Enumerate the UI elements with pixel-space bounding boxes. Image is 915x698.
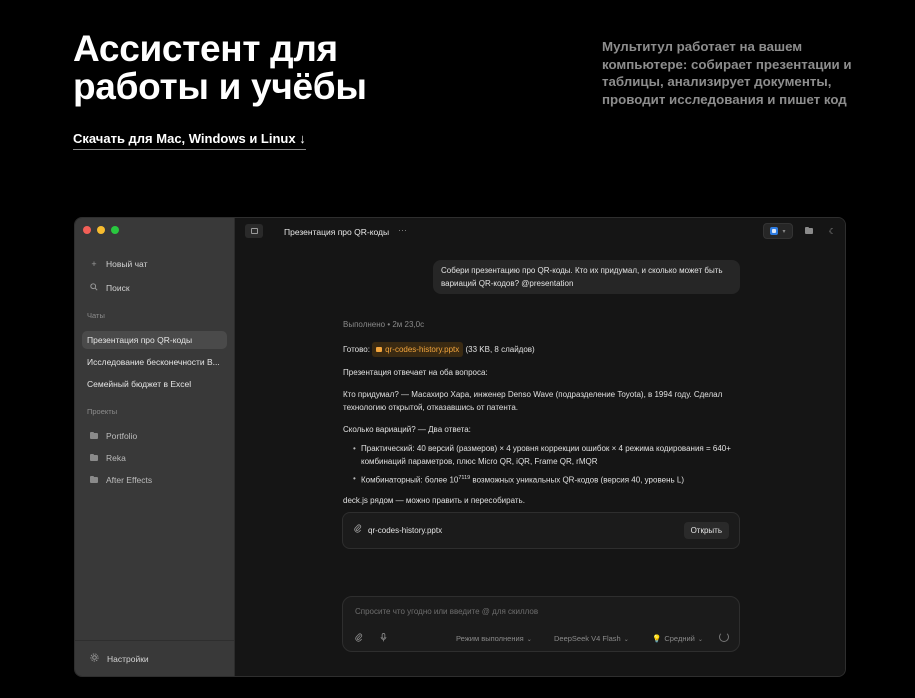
chevron-down-icon: ⌄ [623,637,629,643]
search-icon [90,283,98,293]
project-label: After Effects [106,475,153,485]
folder-button[interactable] [805,226,813,236]
sidebar: + Новый чат Поиск Чаты Презентация про Q… [75,218,235,676]
model-select[interactable]: DeepSeek V4 Flash ⌄ [554,634,629,643]
bulb-icon: 💡 [652,634,662,643]
chats-section-label: Чаты [87,311,105,320]
folder-icon [805,226,813,234]
sidebar-toggle-button[interactable] [245,224,263,238]
plus-icon: + [91,259,97,269]
chevron-down-icon: ⌄ [697,637,703,643]
message-input[interactable]: Спросите что угодно или введите @ для ск… [355,607,538,616]
finder-icon [770,227,779,235]
ready-suffix: (33 KB, 8 слайдов) [465,345,535,354]
project-item[interactable]: Reka [90,453,126,463]
project-label: Reka [106,453,126,463]
ready-prefix: Готово: [343,345,370,354]
chevron-down-icon: ⌄ [526,637,532,643]
main-panel: Презентация про QR-коды ··· ▾ ☾ Собери п… [236,218,845,676]
paperclip-icon [354,524,362,535]
chat-item[interactable]: Презентация про QR-коды [82,331,227,349]
mode-label: Режим выполнения [456,634,524,643]
sidebar-icon [250,228,258,234]
settings-button[interactable]: Настройки [90,653,149,664]
run-meta: Выполнено • 2м 23,0с [343,320,425,329]
topbar: Презентация про QR-коды ··· ▾ ☾ [236,218,845,245]
bullet2-pre: Комбинаторный: более 10 [361,475,459,485]
folder-icon [90,475,98,483]
chat-item[interactable]: Семейный бюджет в Excel [82,375,227,393]
bullet2-post: возможных уникальных QR-кодов (версия 40… [470,475,684,485]
user-message: Собери презентацию про QR-коды. Кто их п… [433,260,740,294]
new-chat-button[interactable]: + Новый чат [90,259,147,269]
hero-title: Ассистент для работы и учёбы [73,28,367,107]
open-file-button[interactable]: Открыть [683,522,729,539]
projects-section-label: Проекты [87,407,118,416]
settings-label: Настройки [107,653,149,664]
effort-select[interactable]: 💡 Средний ⌄ [652,634,703,643]
file-chip[interactable]: qr-codes-history.pptx [372,342,464,357]
app-window: + Новый чат Поиск Чаты Презентация про Q… [74,217,846,677]
microphone-icon[interactable] [380,633,387,644]
search-label: Поиск [106,283,130,293]
loading-icon [719,632,729,642]
effort-label: Средний [664,634,695,643]
maximize-window-button[interactable] [111,226,119,234]
chevron-down-icon: ▾ [782,228,786,235]
folder-icon [90,453,98,461]
download-link[interactable]: Скачать для Mac, Windows и Linux ↓ [73,131,306,150]
composer: Спросите что угодно или введите @ для ск… [342,596,740,652]
list-item: Комбинаторный: более 107119 возможных ун… [353,472,743,487]
mode-select[interactable]: Режим выполнения ⌄ [456,634,532,643]
close-window-button[interactable] [83,226,91,234]
project-item[interactable]: After Effects [90,475,152,485]
file-chip-label: qr-codes-history.pptx [385,345,460,354]
window-controls [83,226,119,234]
answer-intro: Презентация отвечает на оба вопроса: [343,368,488,377]
answer-list: Практический: 40 версий (размеров) × 4 у… [353,442,743,487]
chat-item[interactable]: Исследование бесконечности В... [82,353,227,371]
hero-description: Мультитул работает на вашем компьютере: … [602,39,852,107]
model-label: DeepSeek V4 Flash [554,634,621,643]
assistant-answer: Выполнено • 2м 23,0с Готово: qr-codes-hi… [343,320,743,516]
project-label: Portfolio [106,431,138,441]
folder-icon [90,431,98,439]
list-item: Практический: 40 версий (размеров) × 4 у… [353,442,743,468]
paperclip-icon[interactable] [355,633,363,644]
file-card: qr-codes-history.pptx Открыть [342,512,740,549]
app-switcher-button[interactable]: ▾ [763,223,793,239]
project-item[interactable]: Portfolio [90,431,137,441]
theme-toggle-button[interactable]: ☾ [829,227,836,236]
ready-line: Готово: qr-codes-history.pptx (33 KB, 8 … [343,342,743,357]
more-options-button[interactable]: ··· [398,225,407,235]
answer-deck: deck.js рядом — можно править и пересоби… [343,495,525,505]
file-icon [376,347,383,352]
search-button[interactable]: Поиск [90,283,130,293]
chat-title: Презентация про QR-коды [284,227,390,237]
sidebar-footer: Настройки [75,640,234,676]
file-name: qr-codes-history.pptx [368,526,443,535]
answer-how-many: Сколько вариаций? — Два ответа: [343,425,471,434]
answer-who: Кто придумал? — Масахиро Хара, инженер D… [343,390,723,412]
gear-icon [90,653,99,664]
bullet2-sup: 7119 [458,475,471,481]
minimize-window-button[interactable] [97,226,105,234]
new-chat-label: Новый чат [106,259,148,269]
moon-icon: ☾ [828,227,836,236]
